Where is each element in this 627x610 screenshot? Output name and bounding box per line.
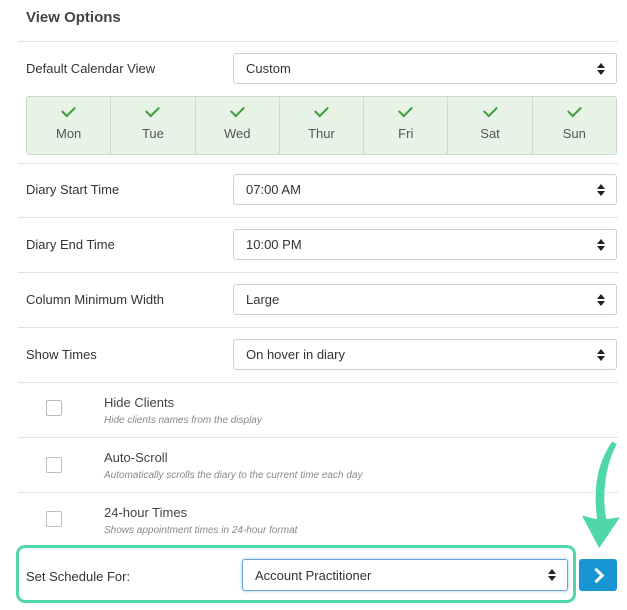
show-times-select[interactable]: On hover in diary <box>233 339 617 370</box>
start-time-value: 07:00 AM <box>246 182 301 197</box>
24-hour-times-title: 24-hour Times <box>104 505 188 520</box>
schedule-value: Account Practitioner <box>255 567 372 583</box>
divider <box>18 437 618 438</box>
hide-clients-title: Hide Clients <box>104 395 175 410</box>
day-toggle-sun[interactable]: Sun <box>532 97 616 154</box>
divider <box>18 382 618 383</box>
default-view-select[interactable]: Custom <box>233 53 617 84</box>
end-time-select[interactable]: 10:00 PM <box>233 229 617 260</box>
day-name: Thur <box>308 126 335 141</box>
day-toggle-wed[interactable]: Wed <box>195 97 280 154</box>
divider <box>18 272 618 273</box>
column-width-value: Large <box>246 292 280 307</box>
hide-clients-checkbox[interactable] <box>46 400 62 416</box>
schedule-select[interactable]: Account Practitioner <box>242 559 568 591</box>
start-time-label: Diary Start Time <box>26 182 120 197</box>
check-icon <box>482 102 498 118</box>
curved-arrow-icon <box>579 439 623 551</box>
show-times-value: On hover in diary <box>246 347 345 362</box>
divider <box>18 492 618 493</box>
check-icon <box>145 102 161 118</box>
weekday-selector: Mon Tue Wed Thur Fri Sat Sun <box>26 96 617 155</box>
auto-scroll-checkbox[interactable] <box>46 457 62 473</box>
go-button[interactable] <box>579 559 617 591</box>
end-time-label: Diary End Time <box>26 237 115 252</box>
day-toggle-mon[interactable]: Mon <box>27 97 112 154</box>
day-name: Fri <box>398 126 414 141</box>
day-name: Wed <box>223 126 251 141</box>
auto-scroll-description: Automatically scrolls the diary to the c… <box>104 470 363 481</box>
show-times-label: Show Times <box>26 347 97 362</box>
select-arrows-icon <box>597 239 605 251</box>
column-width-label: Column Minimum Width <box>26 292 164 307</box>
check-icon <box>61 102 77 118</box>
default-view-value: Custom <box>246 61 291 76</box>
divider <box>18 217 618 218</box>
divider <box>18 163 618 164</box>
check-icon <box>398 102 414 118</box>
day-name: Sat <box>480 126 500 141</box>
column-width-select[interactable]: Large <box>233 284 617 315</box>
day-name: Tue <box>141 126 164 141</box>
24-hour-times-description: Shows appointment times in 24-hour forma… <box>104 525 298 536</box>
auto-scroll-title: Auto-Scroll <box>104 450 168 465</box>
section-title: View Options <box>26 9 121 26</box>
day-toggle-tue[interactable]: Tue <box>111 97 196 154</box>
default-view-label: Default Calendar View <box>26 61 156 76</box>
day-toggle-sat[interactable]: Sat <box>448 97 533 154</box>
divider <box>18 41 618 42</box>
check-icon <box>566 102 582 118</box>
day-name: Mon <box>55 126 82 141</box>
day-name: Sun <box>562 126 586 141</box>
schedule-label: Set Schedule For: <box>26 569 131 584</box>
start-time-select[interactable]: 07:00 AM <box>233 174 617 205</box>
check-icon <box>314 102 329 118</box>
divider <box>18 327 618 328</box>
check-icon <box>229 102 245 118</box>
select-arrows-icon <box>597 63 605 75</box>
select-arrows-icon <box>597 349 605 361</box>
end-time-value: 10:00 PM <box>246 237 302 252</box>
hide-clients-description: Hide clients names from the display <box>104 415 262 426</box>
select-arrows-icon <box>548 569 556 581</box>
select-arrows-icon <box>597 294 605 306</box>
day-toggle-thur[interactable]: Thur <box>279 97 365 154</box>
24-hour-times-checkbox[interactable] <box>46 511 62 527</box>
day-toggle-fri[interactable]: Fri <box>364 97 449 154</box>
select-arrows-icon <box>597 184 605 196</box>
chevron-right-icon <box>588 567 605 584</box>
